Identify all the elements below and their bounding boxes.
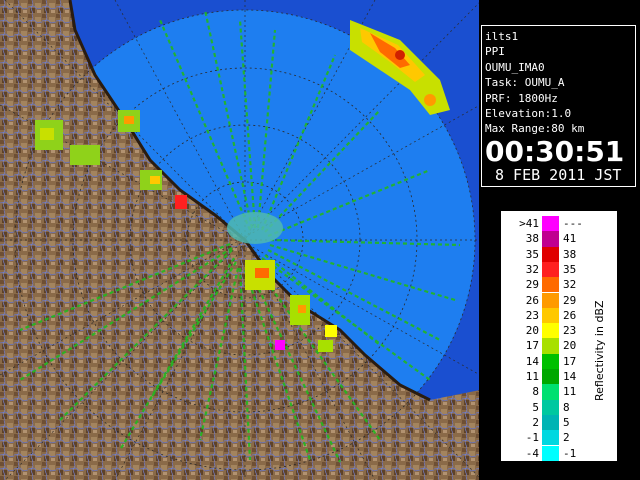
legend-high-value: 32: [563, 278, 577, 292]
legend-low-value: 35: [525, 247, 539, 261]
legend-row: 20 23: [501, 323, 601, 339]
legend-row: >41 ---: [501, 216, 601, 232]
legend-color-swatch: [542, 445, 559, 461]
legend-high-value: 35: [563, 262, 577, 276]
legend-row: -4 -1: [501, 445, 601, 461]
legend-color-swatch: [542, 231, 559, 247]
scan-date: 8 FEB 2011 JST: [495, 165, 622, 184]
legend-high-value: 38: [563, 247, 577, 261]
legend-low-value: 38: [525, 232, 539, 246]
legend-color-swatch: [542, 277, 559, 293]
legend-row: 8 11: [501, 384, 601, 400]
legend-high-value: 2: [563, 431, 570, 445]
legend-row: 35 38: [501, 246, 601, 262]
legend-color-swatch: [542, 430, 559, 446]
legend-row: 14 17: [501, 353, 601, 369]
product-name: OUMU_IMA0: [485, 60, 545, 74]
legend-color-swatch: [542, 307, 559, 324]
legend-row: 23 26: [501, 307, 601, 324]
legend-color-swatch: [542, 292, 559, 308]
legend-color-swatch: [542, 399, 559, 415]
legend-low-value: 2: [532, 415, 539, 429]
legend-high-value: 17: [563, 354, 577, 368]
legend-row: 29 32: [501, 277, 601, 293]
legend-high-value: 5: [563, 415, 570, 429]
legend-color-swatch: [542, 414, 559, 431]
legend-low-value: 26: [525, 293, 539, 307]
ground-clutter: [227, 212, 283, 244]
legend-low-value: 14: [525, 354, 539, 368]
legend-color-swatch: [542, 338, 559, 354]
legend-high-value: 41: [563, 232, 577, 246]
legend-low-value: 20: [525, 324, 539, 338]
legend-low-value: 32: [525, 262, 539, 276]
legend-high-value: 26: [563, 308, 577, 322]
legend-high-value: 8: [563, 400, 570, 414]
reflectivity-legend: >41 --- 38 41 35 38 32 35 29 32 26 29 23 26 20 23 17 20 14…: [500, 210, 618, 462]
legend-color-swatch: [542, 323, 559, 339]
legend-high-value: ---: [563, 217, 583, 230]
legend-row: 38 41: [501, 231, 601, 247]
scan-info-panel: ilts1 PPI OUMU_IMA0 Task: OUMU_A PRF: 18…: [481, 25, 636, 187]
station-name: ilts1: [485, 30, 519, 43]
legend-high-value: 29: [563, 293, 577, 307]
prf-value: PRF: 1800Hz: [485, 91, 558, 105]
legend-color-swatch: [542, 261, 559, 278]
legend-row: 26 29: [501, 292, 601, 308]
legend-row: 17 20: [501, 338, 601, 354]
legend-high-value: 23: [563, 324, 577, 338]
scan-type: PPI: [485, 45, 505, 59]
legend-row: 32 35: [501, 261, 601, 278]
legend-low-value: -1: [525, 431, 539, 445]
legend-color-swatch: [542, 353, 559, 369]
legend-low-value: 5: [532, 400, 539, 414]
legend-high-value: -1: [563, 446, 577, 460]
legend-unit-label: Reflectivity in dBZ: [593, 300, 606, 402]
legend-low-value: -4: [525, 446, 539, 460]
legend-low-value: 17: [525, 339, 539, 353]
legend-low-value: 8: [532, 385, 539, 399]
legend-row: 11 14: [501, 369, 601, 385]
legend-low-value: 23: [525, 308, 539, 322]
legend-high-value: 11: [563, 385, 577, 399]
legend-high-value: 14: [563, 370, 577, 383]
legend-color-swatch: [542, 384, 559, 400]
legend-row: 58: [501, 399, 601, 415]
legend-row: -1 2: [501, 430, 601, 446]
legend-low-value: 11: [525, 370, 539, 383]
legend-row: 25: [501, 414, 601, 431]
legend-color-swatch: [542, 369, 559, 385]
legend-low-value: >41: [519, 217, 539, 230]
legend-low-value: 29: [525, 278, 539, 292]
legend-high-value: 20: [563, 339, 577, 353]
task-name: Task: OUMU_A: [485, 76, 565, 90]
legend-color-swatch: [542, 216, 559, 232]
legend-color-swatch: [542, 246, 559, 262]
scan-time: 00:30:51: [485, 134, 625, 168]
elevation-value: Elevation:1.0: [485, 107, 572, 121]
